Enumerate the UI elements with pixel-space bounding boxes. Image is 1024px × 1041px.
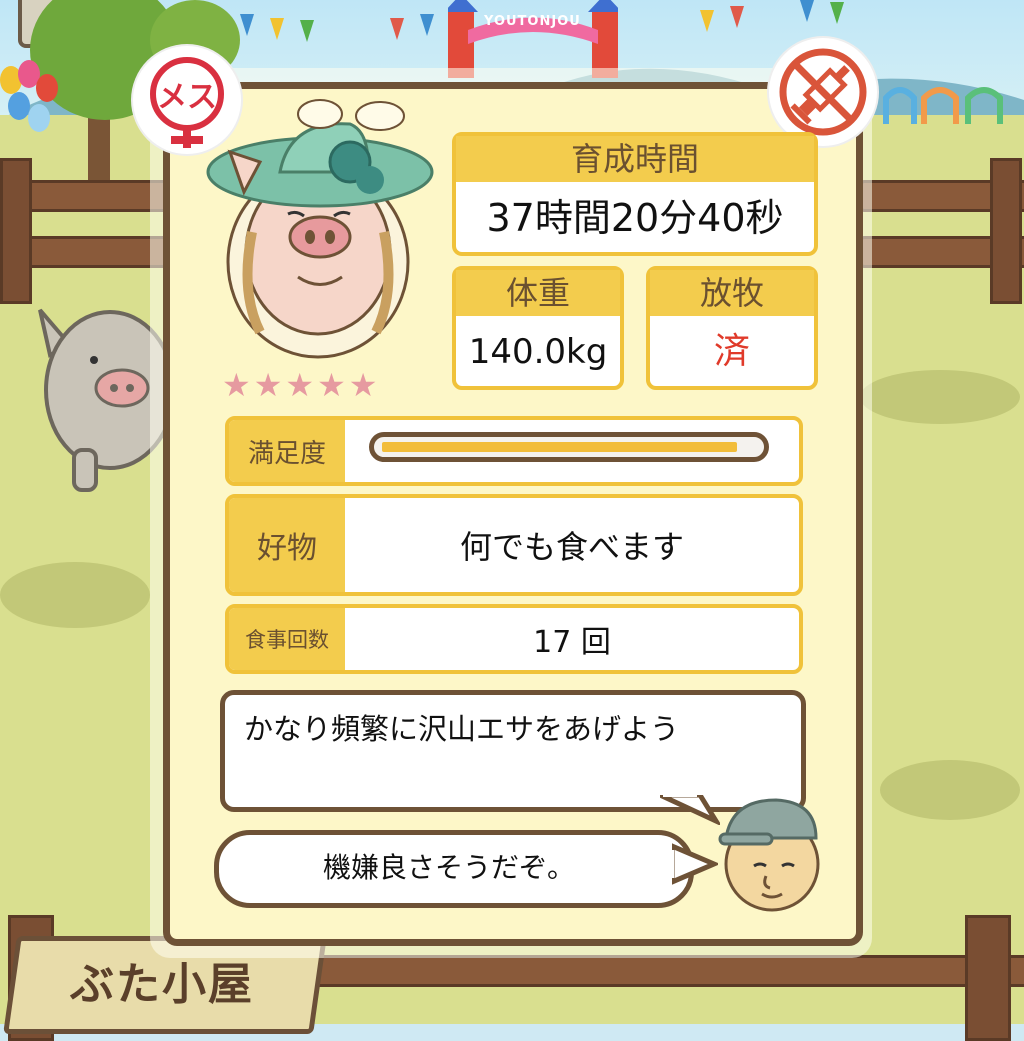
advice-bubble-tail <box>660 795 720 825</box>
vaccine-badge <box>769 38 877 146</box>
grazing-label: 放牧 <box>650 270 814 316</box>
fence-post <box>990 158 1022 304</box>
gate-sign: YOUTONJOU <box>484 14 581 29</box>
growth-time-value: 37時間20分40秒 <box>486 196 784 240</box>
rating-stars: ★★★★★ <box>222 366 381 404</box>
balloon <box>8 92 30 120</box>
no-syringe-icon <box>779 48 867 136</box>
weight-label: 体重 <box>456 270 620 316</box>
growth-time-label: 育成時間 <box>456 136 814 182</box>
farmer-avatar <box>718 798 820 912</box>
advice-text: かなり頻繁に沢山エサをあげよう <box>244 712 680 746</box>
fence-rail <box>300 955 1024 987</box>
grazing-panel: 放牧 済 <box>646 266 818 390</box>
meal-count-label: 食事回数 <box>229 608 345 670</box>
satisfaction-bar <box>369 432 769 462</box>
favorite-food-value: 何でも食べます <box>459 528 684 566</box>
fence-post <box>0 158 32 304</box>
grass-shadow <box>0 562 150 628</box>
grass-shadow <box>880 760 1020 820</box>
satisfaction-row: 満足度 <box>225 416 803 486</box>
playground-arches <box>883 87 1003 124</box>
comment-text: 機嫌良さそうだぞ。 <box>322 851 575 884</box>
weight-value: 140.0kg <box>468 332 608 372</box>
meal-count-row: 食事回数 17 回 <box>225 604 803 674</box>
weight-panel: 体重 140.0kg <box>452 266 624 390</box>
meal-count-value: 17 回 <box>533 625 611 660</box>
favorite-food-label: 好物 <box>229 498 345 592</box>
ranch-gate <box>448 0 618 78</box>
pig-portrait <box>206 99 434 359</box>
grazing-value: 済 <box>713 331 750 372</box>
favorite-food-row: 好物 何でも食べます <box>225 494 803 596</box>
satisfaction-bar-fill <box>382 442 737 452</box>
growth-time-panel: 育成時間 37時間20分40秒 <box>452 132 818 256</box>
balloon <box>28 104 50 132</box>
fence-post <box>965 915 1011 1041</box>
grass-shadow <box>860 370 1020 424</box>
satisfaction-label: 満足度 <box>229 420 345 482</box>
balloon <box>36 74 58 102</box>
